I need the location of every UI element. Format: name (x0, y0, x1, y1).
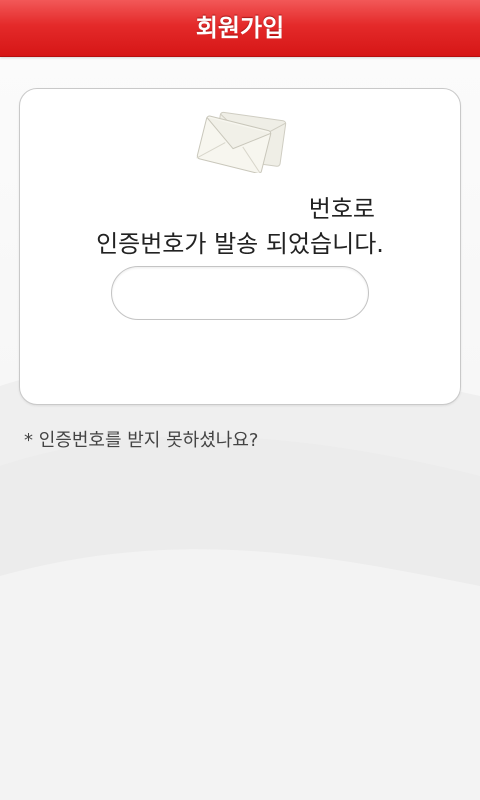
resend-code-link[interactable]: * 인증번호를 받지 못하셨나요? (24, 426, 258, 452)
verification-code-input[interactable] (111, 266, 369, 320)
verification-card: 번호로 인증번호가 발송 되었습니다. (19, 88, 461, 405)
sent-message-line2: 인증번호가 발송 되었습니다. (96, 230, 384, 258)
title-bar: 회원가입 (0, 0, 480, 57)
envelope-icon (196, 111, 287, 173)
page-title: 회원가입 (195, 14, 285, 42)
sent-message-line1: 번호로 (308, 195, 375, 223)
